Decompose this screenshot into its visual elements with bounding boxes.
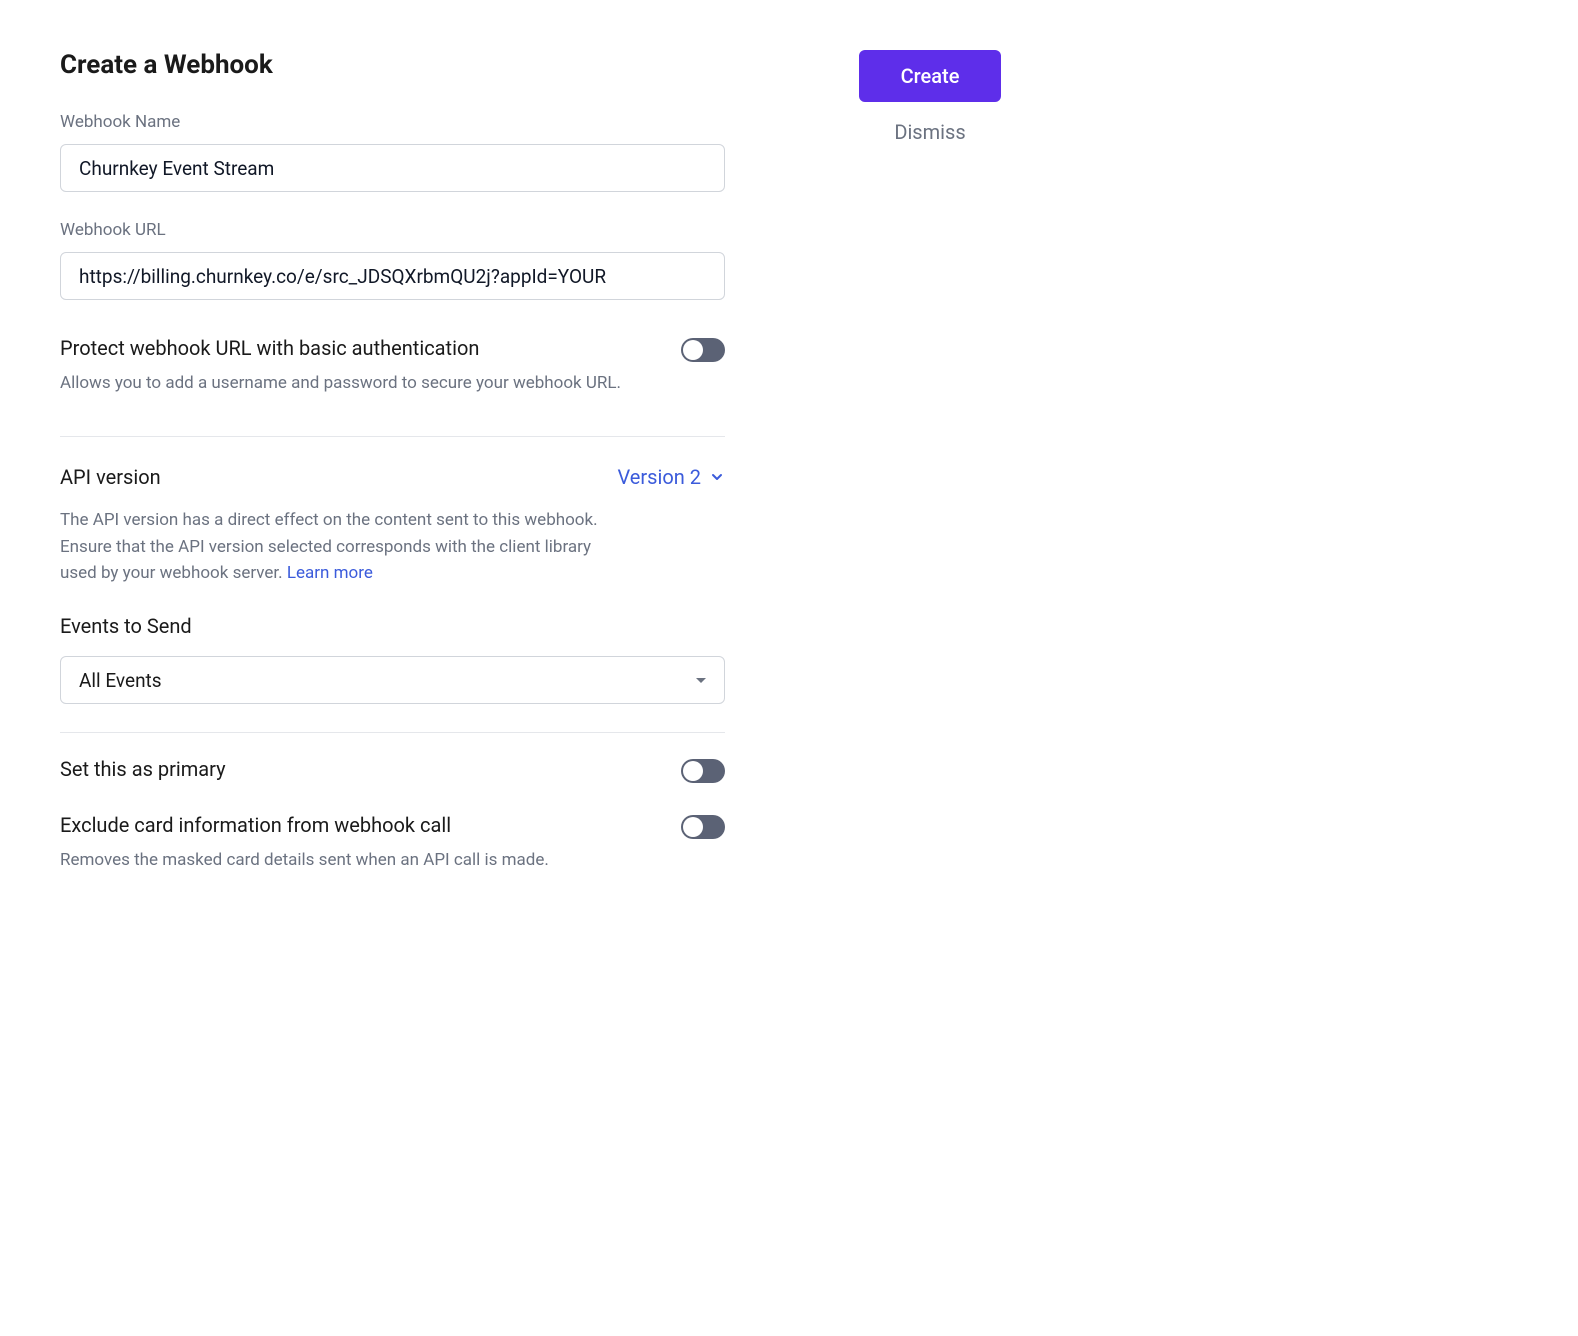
set-primary-toggle[interactable] [681, 759, 725, 783]
api-version-desc: The API version has a direct effect on t… [60, 507, 600, 586]
exclude-card-title: Exclude card information from webhook ca… [60, 813, 549, 837]
protect-auth-setting: Protect webhook URL with basic authentic… [60, 336, 725, 396]
api-version-label: API version [60, 465, 161, 489]
exclude-card-toggle[interactable] [681, 815, 725, 839]
api-version-select[interactable]: Version 2 [617, 465, 725, 489]
exclude-card-setting: Exclude card information from webhook ca… [60, 813, 725, 873]
webhook-url-field: Webhook URL [60, 220, 725, 300]
webhook-url-input[interactable] [60, 252, 725, 300]
learn-more-link[interactable]: Learn more [287, 563, 373, 583]
chevron-down-icon [709, 469, 725, 485]
events-selected: All Events [79, 669, 162, 692]
events-select[interactable]: All Events [60, 656, 725, 704]
protect-auth-title: Protect webhook URL with basic authentic… [60, 336, 621, 360]
set-primary-setting: Set this as primary [60, 757, 725, 783]
api-version-selected: Version 2 [617, 465, 701, 489]
create-button[interactable]: Create [859, 50, 1002, 102]
caret-down-icon [696, 678, 706, 683]
set-primary-title: Set this as primary [60, 757, 226, 781]
protect-auth-desc: Allows you to add a username and passwor… [60, 370, 621, 396]
page-title: Create a Webhook [60, 50, 725, 80]
protect-auth-toggle[interactable] [681, 338, 725, 362]
events-label: Events to Send [60, 614, 725, 638]
divider [60, 732, 725, 733]
exclude-card-desc: Removes the masked card details sent whe… [60, 847, 549, 873]
divider [60, 436, 725, 437]
webhook-name-label: Webhook Name [60, 112, 725, 132]
webhook-name-input[interactable] [60, 144, 725, 192]
webhook-name-field: Webhook Name [60, 112, 725, 192]
dismiss-button[interactable]: Dismiss [894, 120, 965, 144]
api-version-section: API version Version 2 The API version ha… [60, 465, 725, 586]
webhook-url-label: Webhook URL [60, 220, 725, 240]
